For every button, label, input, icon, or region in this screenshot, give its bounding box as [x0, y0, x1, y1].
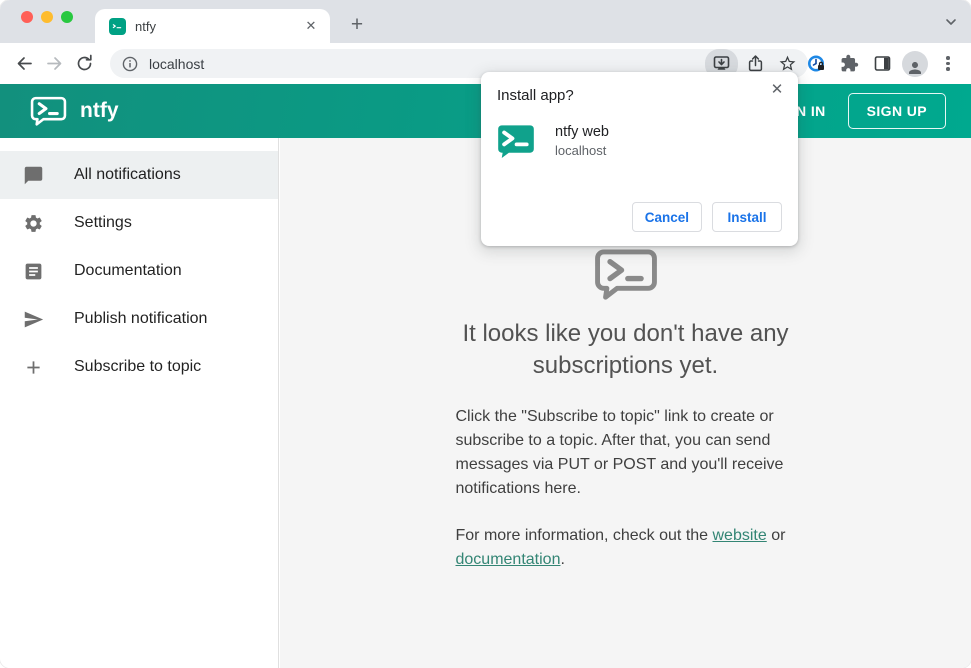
- sidebar-item-label: Subscribe to topic: [74, 358, 202, 375]
- forward-button[interactable]: [39, 49, 69, 79]
- dialog-close-icon[interactable]: ✕: [765, 78, 789, 102]
- sidebar-item-publish-notification[interactable]: Publish notification: [0, 295, 278, 343]
- extensions-area: [798, 43, 971, 84]
- macos-minimize-button[interactable]: [41, 11, 53, 23]
- tab-search-chevron-icon[interactable]: [944, 15, 958, 29]
- browser-window: ntfy ✕ + localhost ntfy SIGN IN SIGN UP …: [0, 0, 971, 668]
- sidebar-item-subscribe-to-topic[interactable]: Subscribe to topic: [0, 343, 278, 391]
- gear-icon: [22, 212, 44, 234]
- dialog-title: Install app?: [497, 87, 574, 104]
- profile-avatar[interactable]: [900, 49, 930, 79]
- more-info-mid: or: [766, 526, 786, 544]
- side-panel-icon[interactable]: [867, 49, 897, 79]
- sidebar-item-label: Publish notification: [74, 310, 208, 327]
- website-link[interactable]: website: [713, 527, 767, 544]
- tab-title: ntfy: [135, 18, 156, 34]
- ntfy-favicon-icon: [109, 17, 126, 35]
- ntfy-logo-icon: [30, 96, 67, 126]
- ntfy-terminal-icon: [594, 249, 657, 300]
- browser-menu-icon[interactable]: [933, 49, 963, 79]
- description-text: Click the "Subscribe to topic" link to c…: [455, 407, 784, 497]
- url-text[interactable]: localhost: [149, 56, 703, 72]
- privacy-extension-icon[interactable]: [801, 49, 831, 79]
- empty-state-more-info: For more information, check out the webs…: [456, 524, 796, 572]
- sidebar-item-all-notifications[interactable]: All notifications: [0, 151, 278, 199]
- more-info-prefix: For more information, check out the: [455, 526, 713, 544]
- article-icon: [22, 260, 44, 282]
- macos-zoom-button[interactable]: [61, 11, 73, 23]
- macos-close-button[interactable]: [21, 11, 33, 23]
- brand-name: ntfy: [80, 99, 119, 122]
- browser-tab-ntfy[interactable]: ntfy ✕: [95, 9, 330, 43]
- tab-close-icon[interactable]: ✕: [302, 17, 320, 35]
- new-tab-button[interactable]: +: [345, 14, 369, 38]
- ntfy-app-icon: [498, 125, 534, 159]
- sign-up-button[interactable]: SIGN UP: [847, 93, 946, 129]
- send-icon: [22, 308, 44, 330]
- site-info-icon[interactable]: [122, 56, 138, 72]
- sidebar-item-documentation[interactable]: Documentation: [0, 247, 278, 295]
- dialog-app-name: ntfy web: [555, 124, 609, 140]
- sidebar-item-label: Settings: [74, 214, 132, 231]
- dialog-app-origin: localhost: [555, 143, 607, 158]
- back-button[interactable]: [9, 49, 39, 79]
- extensions-puzzle-icon[interactable]: [834, 49, 864, 79]
- chat-bubble-icon: [22, 164, 44, 186]
- install-app-dialog: Install app? ✕ ntfy web localhost Cancel…: [481, 72, 798, 246]
- sidebar-navigation: All notifications Settings Documentation…: [0, 138, 279, 668]
- empty-state-description: Click the "Subscribe to topic" link to c…: [456, 405, 796, 501]
- documentation-link[interactable]: documentation: [456, 551, 561, 568]
- tab-strip: ntfy ✕ +: [0, 0, 971, 43]
- sidebar-item-label: Documentation: [74, 262, 182, 279]
- sidebar-item-label: All notifications: [74, 166, 181, 183]
- plus-icon: [22, 356, 44, 378]
- more-info-suffix: .: [560, 550, 565, 568]
- empty-state-heading: It looks like you don't have any subscri…: [462, 320, 789, 379]
- reload-button[interactable]: [69, 49, 99, 79]
- sidebar-item-settings[interactable]: Settings: [0, 199, 278, 247]
- install-button[interactable]: Install: [712, 202, 782, 232]
- cancel-button[interactable]: Cancel: [631, 202, 702, 232]
